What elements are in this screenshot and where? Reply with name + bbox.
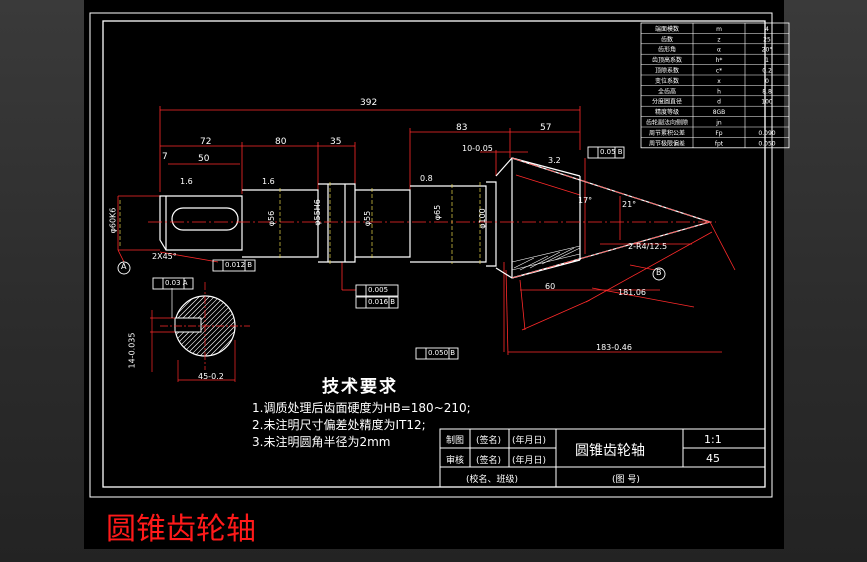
notes-heading: 技术要求 [322,377,398,397]
key-width: 14-0.035 [127,332,137,369]
caption-title: 圆锥齿轮轴 [106,512,256,547]
dia-6: φ100 [477,208,487,229]
datum-b: B [656,268,662,277]
dia-2: φ56 [267,210,277,227]
tol-4: 0.016 B [368,298,396,306]
dim-181: 181.06 [618,288,646,297]
tol-5: 0.03 A [165,279,188,287]
tb-material: 45 [706,452,720,465]
ra-1: 1.6 [180,177,193,186]
dim-r25: 2-R4/12.5 [628,242,668,251]
tb-sign2: (签名) [476,456,502,466]
dim-83: 83 [456,123,468,133]
datum-a: A [121,262,127,271]
dim-50: 50 [198,154,210,164]
dim-7: 7 [162,152,168,162]
ra-3: 0.8 [420,174,433,183]
dim-57: 57 [540,123,552,133]
dim-72: 72 [200,137,212,147]
dim-60: 60 [545,282,556,291]
dim-183: 183-0.46 [596,343,632,352]
dim-ang21: 21° [622,200,637,209]
tb-date2: (年月日) [512,456,547,466]
tol-2: 0.012 B [225,261,253,269]
tb-date1: (年月日) [512,436,547,446]
note-1: 1.调质处理后齿面硬度为HB=180~210; [252,401,471,415]
key-depth: 45-0.2 [198,372,224,381]
tb-school: (校名、班级) [466,475,519,485]
dia-5: φ65 [433,204,443,221]
note-2: 2.未注明尺寸偏差处精度为IT12; [252,418,426,432]
ra-4: 3.2 [548,156,561,165]
ra-2: 1.6 [262,177,275,186]
dim-10: 10-0.05 [462,144,493,153]
tb-sign1: (签名) [476,436,502,446]
tol-3: 0.005 [368,286,389,294]
dim-total: 392 [360,98,378,108]
tb-draw: 制图 [446,436,465,446]
dim-chamfer: 2X45° [152,252,177,261]
dim-ang17: 17° [578,196,593,205]
tol-6: 0.050 B [428,349,456,357]
tb-part-name: 圆锥齿轮轴 [575,443,645,459]
dia-4: φ55 [363,210,373,227]
dim-80: 80 [275,137,287,147]
tb-check: 审核 [446,456,465,466]
note-3: 3.未注明圆角半径为2mm [252,435,391,449]
tb-scale: 1:1 [704,433,722,446]
dia-3: φ55H6 [312,199,322,226]
tb-drawing-no: (图 号) [612,475,640,485]
tol-1: 0.05 B [600,148,623,156]
dim-35: 35 [330,137,342,147]
dia-1: φ60K6 [108,207,118,234]
